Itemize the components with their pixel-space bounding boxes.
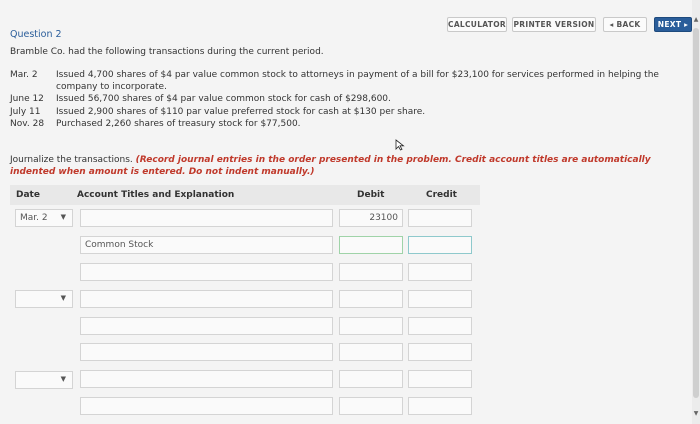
debit-input[interactable]: 23100 [339,209,403,227]
header-credit: Credit [426,190,457,200]
debit-input[interactable] [339,236,403,254]
transaction-desc: Issued 2,900 shares of $110 par value pr… [56,106,426,117]
dropdown-arrow-icon: ▼ [60,213,66,221]
transactions-list: Mar. 2 Issued 4,700 shares of $4 par val… [10,70,690,132]
debit-input-value: 23100 [369,213,398,223]
credit-input[interactable] [408,209,472,227]
transaction-desc: Issued 56,700 shares of $4 par value com… [56,94,391,104]
transaction-row: Nov. 28 Purchased 2,260 shares of treasu… [10,119,690,131]
account-input[interactable] [80,343,333,361]
page-scrollbar[interactable]: ▲ ▼ [692,0,700,424]
credit-input[interactable] [408,290,472,308]
account-input[interactable] [80,397,333,415]
date-select[interactable]: Mar. 2 ▼ [15,209,73,227]
account-input[interactable] [80,317,333,335]
transaction-date: June 12 [10,94,44,104]
account-input-value: Common Stock [85,240,154,250]
instruction-text: Journalize the transactions. [10,155,133,165]
header-debit: Debit [357,190,385,200]
debit-input[interactable] [339,317,403,335]
dropdown-arrow-icon: ▼ [60,375,66,383]
scroll-down-icon[interactable]: ▼ [692,410,700,417]
journal-header: Date Account Titles and Explanation Debi… [10,185,480,205]
debit-input[interactable] [339,397,403,415]
dropdown-arrow-icon: ▼ [60,294,66,302]
mouse-cursor-icon [395,139,405,151]
credit-input[interactable] [408,343,472,361]
transaction-date: July 11 [10,106,41,117]
debit-input[interactable] [339,370,403,388]
account-input[interactable] [80,290,333,308]
credit-input[interactable] [408,236,472,254]
printer-version-button[interactable]: PRINTER VERSION [512,17,596,32]
debit-input[interactable] [339,263,403,281]
account-input[interactable] [80,209,333,227]
debit-input[interactable] [339,290,403,308]
transaction-row: July 11 Issued 2,900 shares of $110 par … [10,107,690,119]
header-account: Account Titles and Explanation [77,190,235,200]
transaction-desc: Purchased 2,260 shares of treasury stock… [56,119,301,129]
credit-input[interactable] [408,263,472,281]
date-select[interactable]: ▼ [15,371,73,389]
question-intro: Bramble Co. had the following transactio… [10,47,324,57]
calculator-button[interactable]: CALCULATOR [447,17,507,32]
transaction-desc: Issued 4,700 shares of $4 par value comm… [56,70,659,92]
instructions: Journalize the transactions. (Record jou… [10,155,690,178]
back-button[interactable]: ◂ BACK [603,17,647,32]
credit-input[interactable] [408,370,472,388]
next-button[interactable]: NEXT ▸ [654,17,692,32]
question-title: Question 2 [10,29,62,40]
transaction-row: Mar. 2 Issued 4,700 shares of $4 par val… [10,70,690,93]
debit-input[interactable] [339,343,403,361]
credit-input[interactable] [408,317,472,335]
account-input[interactable] [80,370,333,388]
header-date: Date [16,190,40,200]
date-select[interactable]: ▼ [15,290,73,308]
toolbar: CALCULATOR PRINTER VERSION ◂ BACK NEXT ▸ [0,0,700,32]
transaction-date: Mar. 2 [10,70,38,80]
scroll-up-icon[interactable]: ▲ [692,16,700,23]
account-input[interactable] [80,263,333,281]
transaction-row: June 12 Issued 56,700 shares of $4 par v… [10,94,690,106]
credit-input[interactable] [408,397,472,415]
transaction-date: Nov. 28 [10,119,45,129]
date-select-value: Mar. 2 [20,213,48,223]
scrollbar-thumb[interactable] [693,28,699,398]
account-input[interactable]: Common Stock [80,236,333,254]
